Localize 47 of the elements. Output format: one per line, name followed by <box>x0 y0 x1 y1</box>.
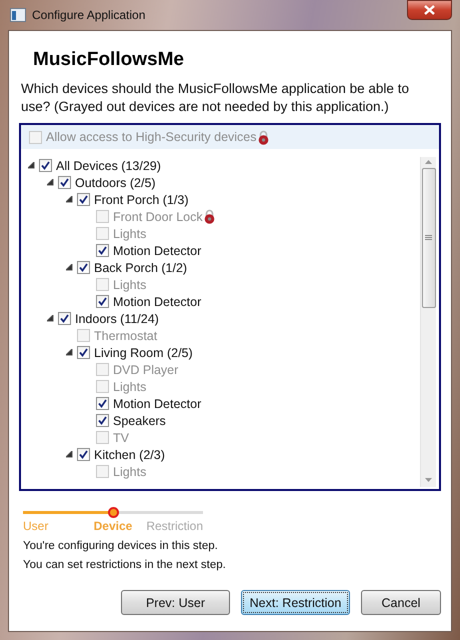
tree-item-label[interactable]: Kitchen (2/3) <box>94 448 165 462</box>
checkbox-label: Allow access to High-Security devices <box>46 130 256 144</box>
checkbox[interactable] <box>58 176 71 189</box>
checkbox[interactable] <box>96 397 109 410</box>
checkbox[interactable] <box>77 193 90 206</box>
tree-item-label[interactable]: All Devices (13/29) <box>56 158 161 172</box>
expander-icon[interactable] <box>46 179 54 186</box>
app-icon <box>10 8 26 22</box>
checkbox[interactable] <box>96 244 109 257</box>
description-text: Which devices should the MusicFollowsMe application be able to use? (Grayed out devices are not needed by this application.) <box>21 80 410 116</box>
expander-icon[interactable] <box>66 264 72 271</box>
tree-item-label[interactable]: Indoors (11/24) <box>75 312 159 326</box>
checkbox[interactable] <box>77 261 90 274</box>
checkbox[interactable] <box>39 159 52 172</box>
step-label: User <box>23 519 50 533</box>
current-step-dot <box>108 507 119 518</box>
tree-item-label[interactable]: Front Porch (1/3) <box>94 192 188 206</box>
step-note: You can set restrictions in the next step. <box>23 559 227 571</box>
tree-item-label[interactable]: Back Porch (1/2) <box>94 260 188 274</box>
dialog-button[interactable]: Prev: User <box>121 590 230 615</box>
step-label: Device <box>92 519 134 533</box>
expander-icon[interactable] <box>66 349 72 356</box>
step-note: You're configuring devices in this step. <box>23 540 219 552</box>
expander-icon[interactable] <box>28 162 34 169</box>
tree-item-label[interactable]: Speakers <box>113 414 166 428</box>
checkbox[interactable] <box>77 448 90 461</box>
tree-item-label[interactable]: Motion Detector <box>113 294 202 308</box>
scrollbar[interactable] <box>420 157 436 487</box>
checkbox[interactable] <box>96 414 109 427</box>
expander-icon[interactable] <box>66 451 72 458</box>
expander-icon[interactable] <box>46 315 54 322</box>
expander-icon[interactable] <box>66 196 72 203</box>
window-title: Configure Application <box>32 8 146 22</box>
tree-item-label[interactable]: Motion Detector <box>113 244 202 258</box>
close-icon <box>424 5 435 15</box>
tree-item-label[interactable]: Motion Detector <box>113 396 202 410</box>
tree-item-label[interactable]: Living Room (2/5) <box>94 346 193 360</box>
dialog-button[interactable]: Next: Restriction <box>241 590 350 615</box>
app-heading: MusicFollowsMe <box>33 49 185 71</box>
step-label: Restriction <box>145 519 203 533</box>
checkbox[interactable] <box>58 312 71 325</box>
close-button[interactable] <box>407 0 452 20</box>
dialog-button[interactable]: Cancel <box>361 590 441 615</box>
tree-item-label[interactable]: Outdoors (2/5) <box>75 176 156 190</box>
checkbox[interactable] <box>77 346 90 359</box>
checkbox[interactable] <box>96 295 109 308</box>
scrollbar-thumb[interactable] <box>422 168 436 308</box>
